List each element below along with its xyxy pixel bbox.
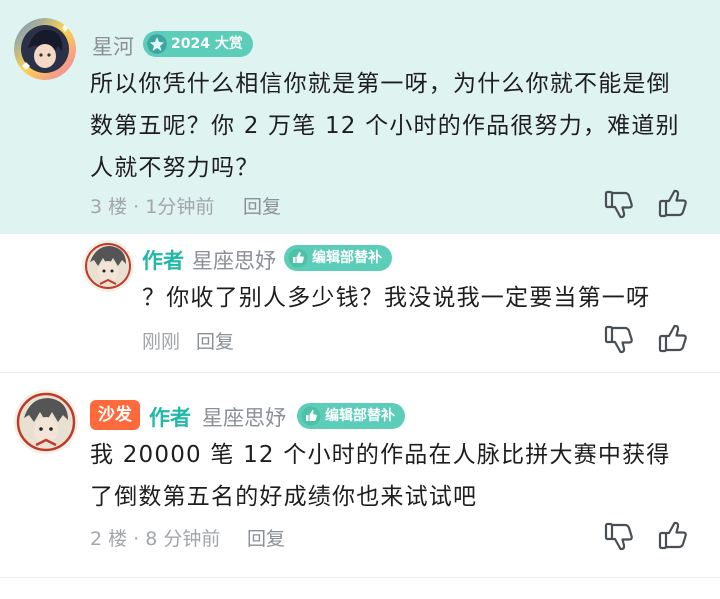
timestamp: 8 分钟前 (145, 528, 221, 550)
timestamp: 刚刚 (142, 331, 181, 353)
comment-text: ？你收了别人多少钱？我没说我一定要当第一呀 (142, 285, 651, 311)
floor-number: 2 楼 (90, 528, 128, 550)
comment: 沙发 作者 星座思妤 编辑部替补 我 20000 笔 12 个小时的作品在人脉比… (0, 372, 720, 578)
comment-meta: 3 楼 · 1分钟前 (90, 192, 214, 219)
meta-separator: · (127, 196, 146, 218)
sofa-badge: 沙发 (90, 400, 140, 430)
reply-button[interactable]: 回复 (247, 524, 285, 551)
thumbs-up-icon[interactable] (657, 520, 689, 552)
thumbs-up-icon[interactable] (657, 323, 689, 355)
badge-thumb-icon (301, 406, 321, 426)
timestamp: 1分钟前 (145, 196, 215, 218)
comment-text: 所以你凭什么相信你就是第一呀，为什么你就不能是倒数第五呢？你 2 万笔 12 个… (90, 71, 680, 181)
reply-button[interactable]: 回复 (243, 192, 281, 219)
comment-meta: 2 楼 · 8 分钟前 (90, 524, 220, 551)
comment-reply: 作者 星座思妤 编辑部替补 ？你收了别人多少钱？我没说我一定要当第一呀 刚刚 回… (0, 234, 720, 372)
thumbs-down-icon[interactable] (603, 188, 635, 220)
comment-text: 我 20000 笔 12 个小时的作品在人脉比拼大赛中获得了倒数第五名的好成绩你… (90, 442, 671, 510)
reply-button[interactable]: 回复 (196, 327, 234, 354)
user-badge[interactable]: 2024 大赏 (143, 31, 253, 57)
username[interactable]: 星座思妤 (192, 245, 276, 275)
badge-star-icon (147, 34, 167, 54)
user-badge[interactable]: 编辑部替补 (284, 245, 392, 271)
avatar[interactable] (14, 390, 78, 454)
username[interactable]: 星河 (92, 31, 134, 61)
divider (0, 577, 720, 578)
username[interactable]: 星座思妤 (202, 402, 286, 432)
avatar[interactable] (14, 18, 76, 80)
badge-thumb-icon (288, 248, 308, 268)
floor-number: 3 楼 (90, 196, 128, 218)
thumbs-down-icon[interactable] (603, 323, 635, 355)
author-tag: 作者 (142, 249, 184, 273)
comment-highlighted: 星河 2024 大赏 所以你凭什么相信你就是第一呀，为什么你就不能是倒数第五呢？… (0, 0, 720, 234)
author-tag: 作者 (149, 406, 191, 430)
thumbs-down-icon[interactable] (603, 520, 635, 552)
user-badge[interactable]: 编辑部替补 (297, 403, 405, 429)
avatar[interactable] (82, 240, 134, 292)
meta-separator: · (127, 528, 146, 550)
thumbs-up-icon[interactable] (657, 188, 689, 220)
